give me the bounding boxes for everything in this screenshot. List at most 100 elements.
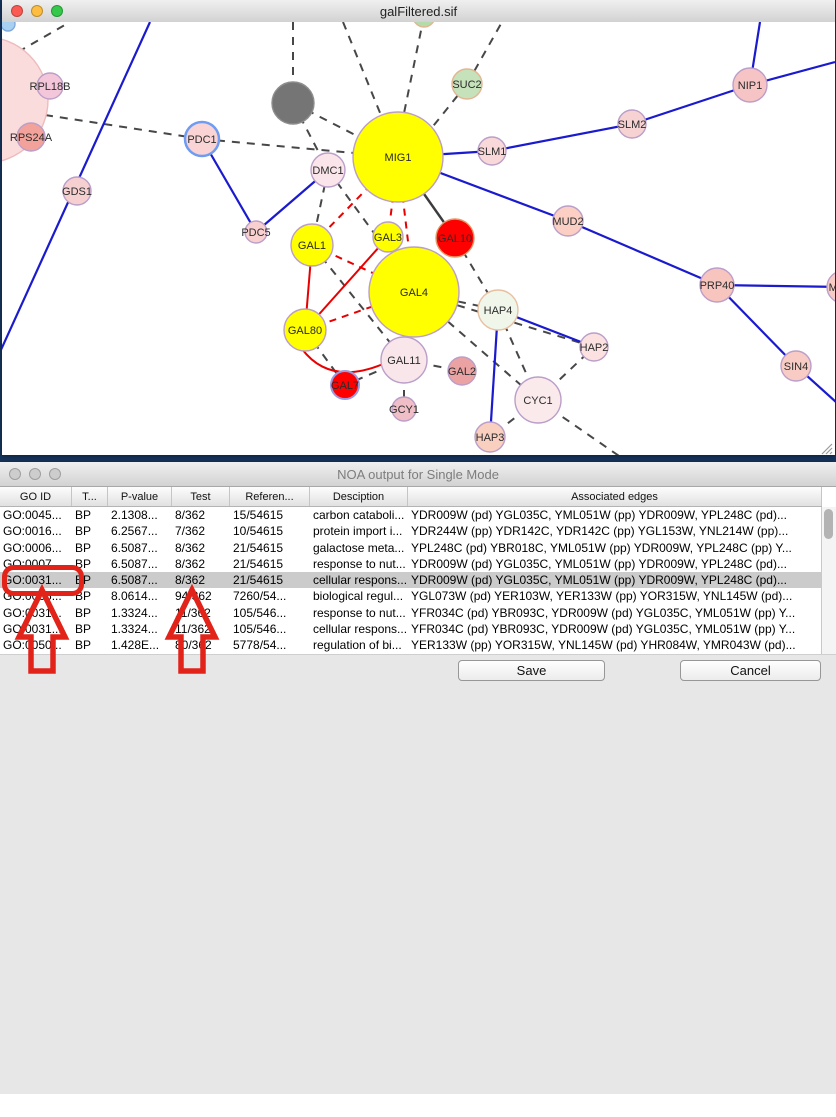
cell: BP [72,605,108,621]
cell: 21/54615 [230,572,310,588]
network-window-titlebar[interactable]: galFiltered.sif [2,0,835,23]
network-canvas[interactable]: RPL18BRPS24AGDS1PDC1PDC5DMC1MIG1SUC2SLM1… [2,22,835,455]
cell: galactose meta... [310,540,408,556]
node-label-SLM1: SLM1 [478,146,507,158]
table-row-selected[interactable]: GO:0031...BP6.5087...8/36221/54615cellul… [0,572,822,588]
vertical-scrollbar[interactable] [821,507,836,654]
table-row[interactable]: GO:0031...BP1.3324...11/362105/546...cel… [0,621,822,637]
cell: YFR034C (pd) YBR093C, YDR009W (pd) YGL03… [408,621,822,637]
node-label-GDS1: GDS1 [62,186,92,198]
cell: YDR009W (pd) YGL035C, YML051W (pp) YDR00… [408,572,822,588]
maximize-button[interactable] [49,468,61,480]
cell: BP [72,523,108,539]
table-row[interactable]: GO:0031...BP1.3324...11/362105/546...res… [0,605,822,621]
column-header-t[interactable]: T... [72,487,108,506]
cell: BP [72,507,108,523]
node-label-PDC1: PDC1 [187,134,216,146]
node-cut-top-left[interactable] [2,22,15,31]
column-header-pvalue[interactable]: P-value [108,487,172,506]
cancel-button[interactable]: Cancel [680,660,821,681]
node-label-MIG1: MIG1 [385,152,412,164]
table-row[interactable]: GO:0006...BP6.5087...8/36221/54615galact… [0,540,822,556]
node-label-RPL18B: RPL18B [30,81,71,93]
cell: GO:0007... [0,556,72,572]
close-button[interactable] [11,5,23,17]
scrollbar-thumb[interactable] [824,509,833,539]
results-table: GO IDT...P-valueTestReferen...Desciption… [0,486,836,1117]
cell: YDR009W (pd) YGL035C, YML051W (pp) YDR00… [408,507,822,523]
node-label-GAL11: GAL11 [387,355,420,367]
cell: BP [72,637,108,653]
minimize-button[interactable] [29,468,41,480]
column-header-referen[interactable]: Referen... [230,487,310,506]
cell: BP [72,621,108,637]
cell: 8/362 [172,507,230,523]
cell: 105/546... [230,605,310,621]
node-label-PDC5: PDC5 [241,227,270,239]
table-row[interactable]: GO:0065...BP8.0614...94/3627260/54...bio… [0,588,822,604]
cell: cellular respons... [310,572,408,588]
node-label-MUD2: MUD2 [552,216,583,228]
cell: 105/546... [230,621,310,637]
node-label-NIP1: NIP1 [738,80,762,92]
cell: 5778/54... [230,637,310,653]
node-label-SIN4: SIN4 [784,361,808,373]
cell: BP [72,572,108,588]
node-gray-node[interactable] [272,82,314,124]
minimize-button[interactable] [31,5,43,17]
cell: 21/54615 [230,556,310,572]
node-label-DMC1: DMC1 [312,165,343,177]
cell: YDR009W (pd) YGL035C, YML051W (pp) YDR00… [408,556,822,572]
cell: 80/362 [172,637,230,653]
cell: YPL248C (pd) YBR018C, YML051W (pp) YDR00… [408,540,822,556]
table-row[interactable]: GO:0007...BP6.5087...8/36221/54615respon… [0,556,822,572]
cell: GO:0045... [0,507,72,523]
cell: cellular respons... [310,621,408,637]
close-button[interactable] [9,468,21,480]
cell: 11/362 [172,621,230,637]
table-footer-area [0,654,836,1094]
node-label-HAP4: HAP4 [484,305,513,317]
node-label-GAL10: GAL10 [438,233,472,245]
noa-window-title: NOA output for Single Mode [0,467,836,482]
table-row[interactable]: GO:0045...BP2.1308...8/36215/54615carbon… [0,507,822,523]
cell: GO:0031... [0,621,72,637]
node-label-HAP3: HAP3 [476,432,505,444]
node-green-cut-top[interactable] [413,22,435,27]
cell: 8/362 [172,556,230,572]
column-header-goid[interactable]: GO ID [0,487,72,506]
noa-window-titlebar[interactable]: NOA output for Single Mode [0,462,836,487]
resize-grip[interactable] [830,452,832,454]
cell: response to nut... [310,605,408,621]
edge-blue [632,85,750,124]
node-label-GCY1: GCY1 [389,404,419,416]
node-label-HAP2: HAP2 [580,342,609,354]
node-label-GAL3: GAL3 [374,232,402,244]
cell: 6.2567... [108,523,172,539]
table-header-row: GO IDT...P-valueTestReferen...Desciption… [0,487,822,507]
column-header-desciption[interactable]: Desciption [310,487,408,506]
cell: YFR034C (pd) YBR093C, YDR009W (pd) YGL03… [408,605,822,621]
cell: GO:0065... [0,588,72,604]
cell: carbon cataboli... [310,507,408,523]
save-button[interactable]: Save [458,660,605,681]
edge-dashed [18,22,70,52]
cell: 8.0614... [108,588,172,604]
table-row[interactable]: GO:0016...BP6.2567...7/36210/54615protei… [0,523,822,539]
cell: YGL073W (pd) YER103W, YER133W (pp) YOR31… [408,588,822,604]
cell: YDR244W (pp) YDR142C, YDR142C (pp) YGL15… [408,523,822,539]
cell: 6.5087... [108,572,172,588]
cell: GO:0016... [0,523,72,539]
cell: 1.3324... [108,605,172,621]
maximize-button[interactable] [51,5,63,17]
table-row[interactable]: GO:0050...BP1.428E...80/3625778/54...reg… [0,637,822,653]
cell: protein import i... [310,523,408,539]
cell: 11/362 [172,605,230,621]
node-label-SUC2: SUC2 [452,79,481,91]
cell: 1.428E... [108,637,172,653]
cell: 7260/54... [230,588,310,604]
edge-blue [568,221,717,285]
column-header-associatededges[interactable]: Associated edges [408,487,822,506]
noa-output-window: NOA output for Single Mode GO IDT...P-va… [0,462,836,704]
column-header-test[interactable]: Test [172,487,230,506]
